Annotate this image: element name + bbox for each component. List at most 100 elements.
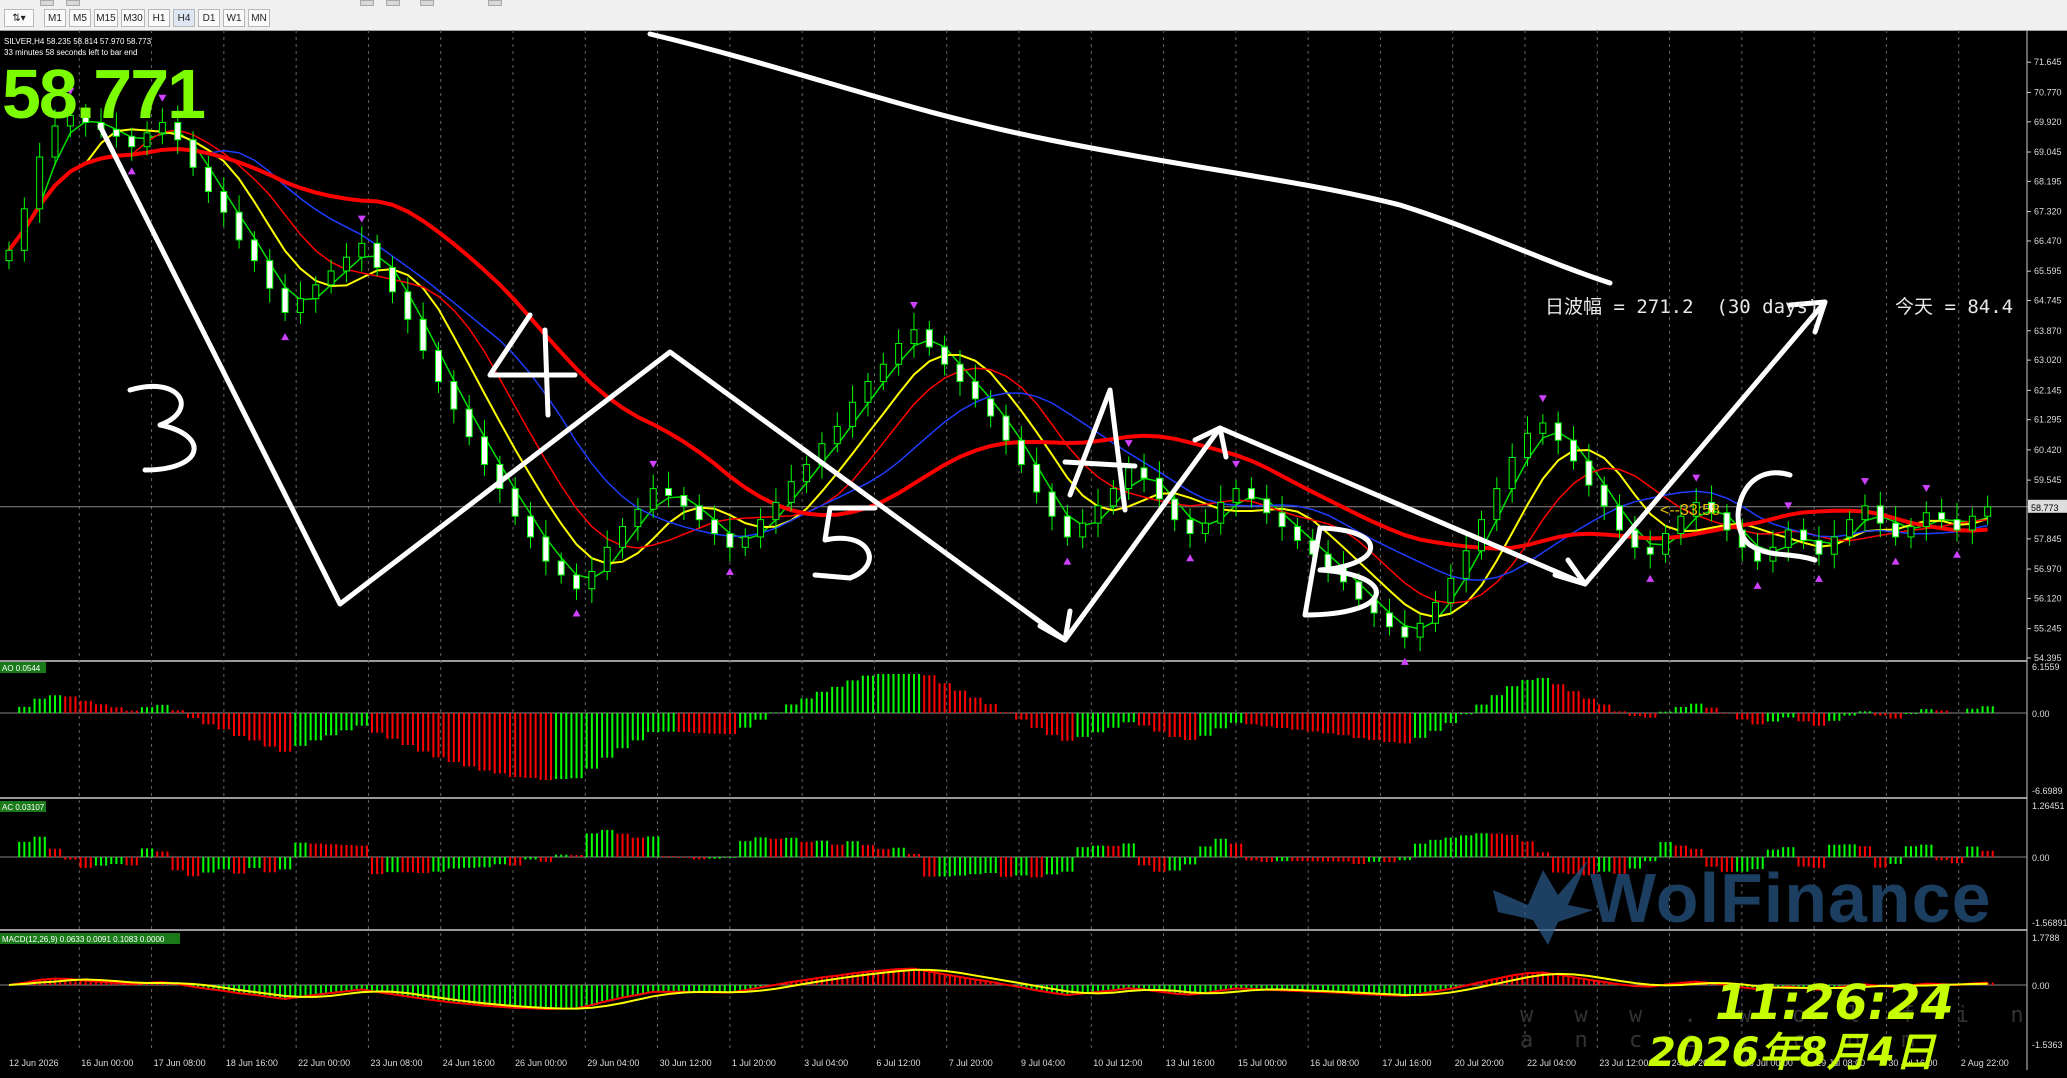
candle-body bbox=[1723, 512, 1731, 531]
candle-body bbox=[1892, 522, 1900, 538]
candle-body bbox=[1646, 546, 1654, 555]
fractal-down-arrow bbox=[1646, 574, 1655, 582]
candle-body bbox=[20, 208, 28, 251]
indicator-axis-tick: -6.6989 bbox=[2032, 786, 2063, 796]
date-tick: 20 Jul 20:00 bbox=[1455, 1058, 1504, 1068]
candle-body bbox=[1784, 529, 1792, 548]
timeframe-m30[interactable]: M30 bbox=[121, 9, 145, 27]
fractal-up-arrow bbox=[909, 301, 918, 309]
fractal-down-arrow bbox=[127, 167, 136, 175]
fractal-down-arrow bbox=[1891, 557, 1900, 565]
fractal-down-arrow bbox=[1753, 581, 1762, 589]
date-tick: 9 Jul 04:00 bbox=[1021, 1058, 1065, 1068]
timeframe-w1[interactable]: W1 bbox=[223, 9, 245, 27]
candle-body bbox=[925, 329, 933, 348]
candle-body bbox=[879, 363, 887, 383]
candle-body bbox=[971, 381, 979, 400]
candle-body bbox=[204, 166, 212, 193]
fractal-up-arrow bbox=[1922, 485, 1931, 493]
candle-body bbox=[603, 546, 611, 572]
candle-body bbox=[757, 519, 765, 538]
wave-label-4 bbox=[487, 312, 578, 418]
date: 2026年8月4日 bbox=[1648, 1030, 1935, 1076]
fractal-down-arrow bbox=[1063, 557, 1072, 565]
toolbar-icon[interactable] bbox=[420, 0, 434, 6]
candles bbox=[5, 104, 1992, 652]
candle-body bbox=[465, 408, 473, 438]
candle-body bbox=[1907, 526, 1915, 538]
candle-body bbox=[849, 401, 857, 427]
candle-body bbox=[1278, 512, 1286, 528]
ma-green-line bbox=[8, 120, 1988, 630]
timeframe-h1[interactable]: H1 bbox=[148, 9, 170, 27]
fractal-up-arrow bbox=[357, 215, 366, 223]
indicator-label: AC 0.03107 bbox=[2, 803, 45, 812]
current-price-large: 58.771 bbox=[2, 55, 206, 133]
candle-body bbox=[1508, 457, 1516, 490]
symbol-line: SILVER,H4 58.235 58.814 57.970 58.773 bbox=[4, 37, 152, 46]
date-tick: 15 Jul 00:00 bbox=[1238, 1058, 1287, 1068]
candle-body bbox=[235, 211, 243, 241]
current-price-label: 58.773 bbox=[2031, 503, 2059, 513]
candle-body bbox=[480, 436, 488, 465]
candle-body bbox=[1631, 529, 1639, 548]
candle-body bbox=[1524, 432, 1532, 459]
date-tick: 22 Jun 00:00 bbox=[298, 1058, 350, 1068]
candle-body bbox=[665, 488, 673, 496]
timeframe-m5[interactable]: M5 bbox=[69, 9, 91, 27]
candle-body bbox=[956, 363, 964, 383]
toolbar-icon[interactable] bbox=[488, 0, 502, 6]
date-tick: 10 Jul 12:00 bbox=[1093, 1058, 1142, 1068]
timeframe-h4[interactable]: H4 bbox=[173, 9, 195, 27]
candle-body bbox=[695, 505, 703, 521]
candle-body bbox=[1968, 515, 1976, 531]
candle-body bbox=[1815, 539, 1823, 555]
fractal-up-arrow bbox=[1124, 440, 1133, 448]
candle-body bbox=[419, 318, 427, 351]
date-tick: 29 Jun 04:00 bbox=[587, 1058, 639, 1068]
chart-type-dropdown[interactable]: ⇅▾ bbox=[4, 9, 34, 27]
candle-body bbox=[281, 287, 289, 313]
candle-body bbox=[1048, 491, 1056, 517]
toolbar-icon[interactable] bbox=[360, 0, 374, 6]
candle-body bbox=[358, 242, 366, 258]
timeframe-d1[interactable]: D1 bbox=[198, 9, 220, 27]
today-amplitude-label: 今天 = 84.4 bbox=[1895, 296, 2014, 318]
timeframe-m1[interactable]: M1 bbox=[44, 9, 66, 27]
date-tick: 24 Jun 16:00 bbox=[443, 1058, 495, 1068]
indicator-axis-tick: 0.00 bbox=[2032, 853, 2050, 863]
timeframe-m15[interactable]: M15 bbox=[94, 9, 118, 27]
candle-body bbox=[772, 501, 780, 521]
candle-body bbox=[588, 570, 596, 590]
candle-body bbox=[1201, 522, 1209, 534]
date-tick: 22 Jul 04:00 bbox=[1527, 1058, 1576, 1068]
candle-body bbox=[511, 488, 519, 517]
timeframe-mn[interactable]: MN bbox=[248, 9, 270, 27]
fractal-down-arrow bbox=[572, 609, 581, 617]
fractal-up-arrow bbox=[1692, 474, 1701, 482]
toolbar-icon[interactable] bbox=[66, 0, 80, 6]
candle-body bbox=[941, 346, 949, 365]
price-tick: 63.020 bbox=[2034, 355, 2062, 365]
toolbar-icon[interactable] bbox=[386, 0, 400, 6]
toolbar-icon[interactable] bbox=[40, 0, 54, 6]
candle-body bbox=[1385, 612, 1393, 628]
candle-body bbox=[1416, 622, 1424, 638]
candle-body bbox=[1217, 501, 1225, 524]
wave-zigzag bbox=[97, 123, 1828, 643]
price-tick: 60.420 bbox=[2034, 445, 2062, 455]
price-tick: 68.195 bbox=[2034, 176, 2062, 186]
date-tick: 23 Jul 12:00 bbox=[1599, 1058, 1648, 1068]
candle-body bbox=[803, 463, 811, 483]
candle-body bbox=[1401, 626, 1409, 638]
candle-body bbox=[527, 515, 535, 538]
fractal-down-arrow bbox=[281, 333, 290, 341]
candle-body bbox=[1922, 512, 1930, 528]
moving-averages bbox=[7, 120, 1988, 630]
price-tick: 61.295 bbox=[2034, 415, 2062, 425]
fractal-up-arrow bbox=[649, 460, 658, 468]
date-tick: 12 Jun 2026 bbox=[9, 1058, 59, 1068]
fractal-up-arrow bbox=[1784, 502, 1793, 510]
candle-body bbox=[1155, 477, 1163, 500]
candle-body bbox=[1017, 439, 1025, 465]
